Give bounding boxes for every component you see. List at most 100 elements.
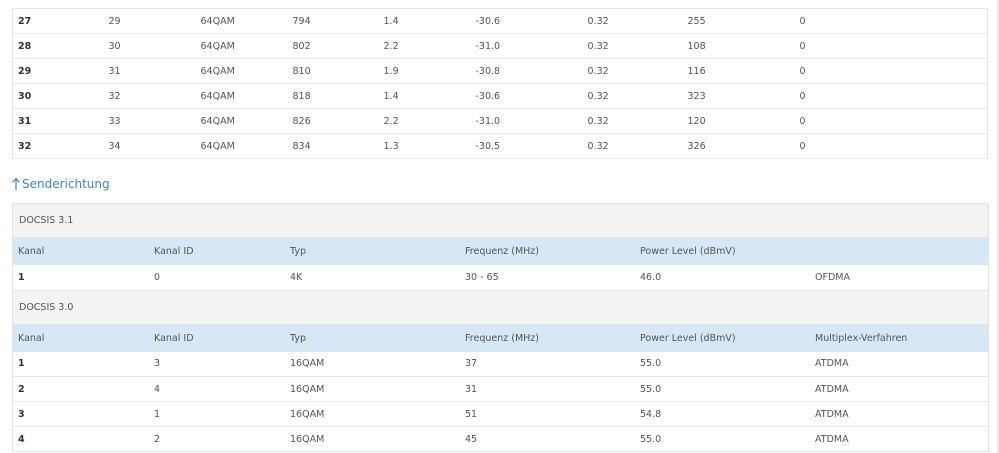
cell-nicht-korrigierbar: 0 (799, 40, 806, 52)
cell-power: 1.3 (383, 140, 399, 152)
cell-korrigierbar: 255 (687, 15, 706, 27)
cell-nicht-korrigierbar: 0 (799, 90, 806, 102)
cell-power: 54.8 (640, 408, 662, 420)
cell-power: 55.0 (640, 433, 662, 445)
cell-power: 1.9 (383, 65, 399, 77)
cell-latenz: 0.32 (587, 15, 609, 27)
cell-nicht-korrigierbar: 0 (799, 15, 806, 27)
cell-kanal: 32 (18, 140, 32, 152)
cell-mse: -30.8 (475, 65, 501, 77)
col-header-multiplex (810, 238, 988, 265)
cell-power: 2.2 (383, 115, 399, 127)
table-header-row: Kanal Kanal ID Typ Frequenz (MHz) Power … (13, 324, 988, 352)
cell-kanal-id: 1 (154, 408, 161, 420)
cell-nicht-korrigierbar: 0 (799, 65, 806, 77)
cell-kanal-id: 34 (108, 140, 121, 152)
cell-typ: 64QAM (200, 115, 235, 127)
col-header-typ: Typ (290, 246, 306, 257)
upstream-heading: Senderichtung (12, 177, 110, 191)
col-header-kanal-id: Kanal ID (154, 246, 194, 257)
cell-frequenz: 818 (292, 90, 311, 102)
cell-korrigierbar: 108 (687, 40, 706, 52)
cell-latenz: 0.32 (587, 40, 609, 52)
table-row: 27 29 64QAM 794 1.4 -30.6 0.32 255 0 (12, 8, 988, 34)
table-row: 2 4 16QAM 31 55.0 ATDMA (13, 377, 988, 402)
col-header-power: Power Level (dBmV) (640, 246, 736, 257)
cell-kanal: 3 (18, 408, 25, 420)
cell-typ: 16QAM (290, 433, 325, 445)
table-row: 1 0 4K 30 - 65 46.0 OFDMA (13, 265, 988, 290)
cell-kanal-id: 4 (154, 383, 161, 395)
docsis30-table: Kanal Kanal ID Typ Frequenz (MHz) Power … (13, 324, 988, 453)
cell-kanal-id: 33 (108, 115, 121, 127)
cell-multiplex: ATDMA (815, 408, 849, 420)
cell-frequenz: 37 (465, 358, 478, 370)
cell-kanal: 27 (18, 15, 32, 27)
cell-kanal-id: 2 (154, 433, 161, 445)
cell-korrigierbar: 323 (687, 90, 706, 102)
cell-typ: 16QAM (290, 383, 325, 395)
cell-typ: 64QAM (200, 90, 235, 102)
cell-latenz: 0.32 (587, 115, 609, 127)
docsis30-header: DOCSIS 3.0 (13, 290, 988, 325)
cell-korrigierbar: 116 (687, 65, 706, 77)
cell-power: 1.4 (383, 90, 399, 102)
cell-typ: 16QAM (290, 408, 325, 420)
cell-frequenz: 45 (465, 433, 478, 445)
col-header-kanal: Kanal (18, 332, 45, 344)
table-row: 32 34 64QAM 834 1.3 -30.5 0.32 326 0 (12, 134, 988, 159)
col-header-kanal: Kanal (18, 246, 45, 257)
cell-mse: -31.0 (475, 115, 501, 127)
cell-power: 2.2 (383, 40, 399, 52)
cell-kanal: 31 (18, 115, 32, 127)
table-row: 31 33 64QAM 826 2.2 -31.0 0.32 120 0 (12, 109, 988, 134)
cell-kanal: 30 (18, 90, 32, 102)
cell-typ: 16QAM (290, 358, 325, 370)
cell-kanal-id: 29 (108, 15, 121, 27)
col-header-kanal-id: Kanal ID (154, 332, 194, 344)
cell-multiplex: ATDMA (815, 433, 849, 445)
cell-latenz: 0.32 (587, 140, 609, 152)
table-row: 29 31 64QAM 810 1.9 -30.8 0.32 116 0 (12, 59, 988, 84)
cell-korrigierbar: 120 (687, 115, 706, 127)
cell-mse: -30.5 (475, 140, 501, 152)
cell-kanal-id: 0 (154, 271, 161, 283)
upstream-heading-label: Senderichtung (22, 177, 110, 191)
arrow-up-icon (12, 177, 20, 191)
cell-typ: 64QAM (200, 40, 235, 52)
cell-kanal: 2 (18, 383, 25, 395)
cell-frequenz: 31 (465, 383, 478, 395)
cell-latenz: 0.32 (587, 90, 609, 102)
downstream-table: 27 29 64QAM 794 1.4 -30.6 0.32 255 0 28 … (12, 8, 988, 159)
docsis31-table: Kanal Kanal ID Typ Frequenz (MHz) Power … (13, 238, 988, 291)
cell-kanal-id: 31 (108, 65, 121, 77)
table-row: 3 1 16QAM 51 54.8 ATDMA (13, 402, 988, 427)
cell-typ: 64QAM (200, 15, 235, 27)
cell-power: 55.0 (640, 358, 662, 370)
col-header-frequenz: Frequenz (MHz) (465, 246, 539, 257)
table-header-row: Kanal Kanal ID Typ Frequenz (MHz) Power … (13, 238, 988, 265)
cell-nicht-korrigierbar: 0 (799, 140, 806, 152)
cell-mse: -30.6 (475, 15, 501, 27)
cell-frequenz: 30 - 65 (465, 271, 499, 283)
cell-kanal-id: 3 (154, 358, 161, 370)
cell-typ: 64QAM (200, 140, 235, 152)
cell-typ: 4K (290, 271, 303, 283)
cell-korrigierbar: 326 (687, 140, 706, 152)
cell-frequenz: 802 (292, 40, 311, 52)
cell-power: 1.4 (383, 15, 399, 27)
cell-multiplex: ATDMA (815, 383, 849, 395)
cell-mse: -30.6 (475, 90, 501, 102)
table-row: 1 3 16QAM 37 55.0 ATDMA (13, 352, 988, 377)
cell-kanal-id: 30 (108, 40, 121, 52)
cell-typ: 64QAM (200, 65, 235, 77)
cable-info-page: 27 29 64QAM 794 1.4 -30.6 0.32 255 0 28 … (0, 0, 999, 453)
col-header-typ: Typ (290, 332, 306, 344)
cell-kanal: 4 (18, 433, 25, 445)
cell-kanal: 29 (18, 65, 32, 77)
cell-mse: -31.0 (475, 40, 501, 52)
cell-latenz: 0.32 (587, 65, 609, 77)
cell-kanal: 1 (18, 358, 25, 370)
cell-frequenz: 51 (465, 408, 478, 420)
cell-frequenz: 810 (292, 65, 311, 77)
